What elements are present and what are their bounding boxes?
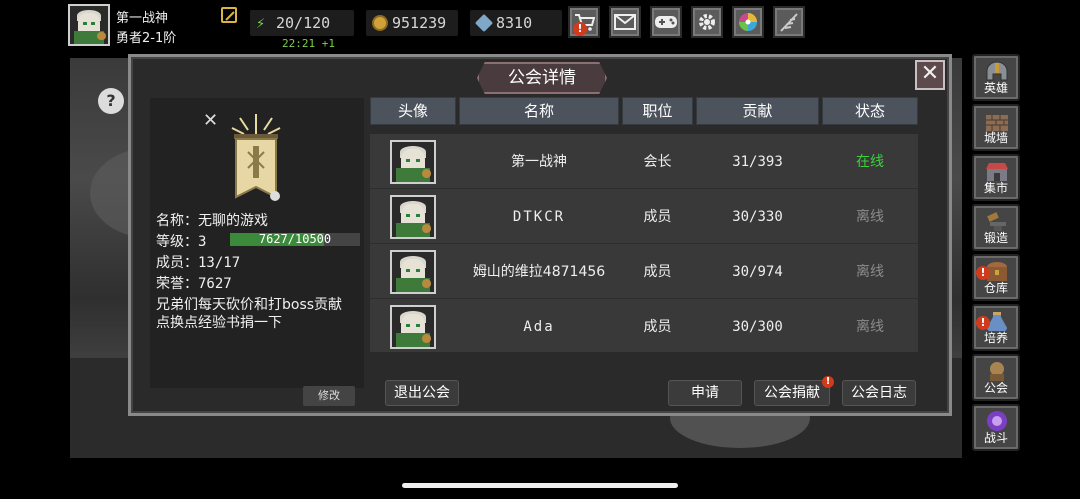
modal-title: 公会详情	[508, 68, 576, 88]
guild-log-button[interactable]: 公会日志	[842, 380, 916, 406]
guild-donate-button[interactable]: 公会捐献	[754, 380, 830, 406]
sidebar-item-forge[interactable]: 锻造	[972, 204, 1020, 251]
player-avatar[interactable]	[68, 4, 110, 46]
home-indicator[interactable]	[402, 483, 678, 488]
sidebar-item-battle[interactable]: 战斗	[972, 404, 1020, 451]
gamepad-button[interactable]	[650, 6, 682, 38]
gems-value: 8310	[496, 14, 533, 32]
sidebar-item-label: 英雄	[983, 81, 1008, 95]
member-contribution: 30/300	[732, 319, 783, 335]
player-name: 第一战神	[116, 11, 169, 26]
table-row[interactable]: DTKCR 成员 30/330 离线	[370, 190, 918, 244]
member-contribution: 30/974	[732, 264, 783, 280]
mail-button[interactable]	[609, 6, 641, 38]
sidebar-item-label: 锻造	[983, 231, 1008, 245]
sidebar-item-guild[interactable]: 公会	[972, 354, 1020, 401]
member-name: Ada	[523, 319, 555, 335]
member-status: 在线	[856, 154, 884, 170]
guild-members-line: 成员：13/17	[156, 255, 241, 271]
member-name: DTKCR	[512, 209, 566, 225]
guild-name-line: 名称：无聊的游戏	[156, 213, 268, 229]
sidebar-item-market[interactable]: 集市	[972, 154, 1020, 201]
gold-coin-icon	[372, 15, 388, 31]
stamina-timer: 22:21 +1	[282, 37, 335, 50]
shop-alert-badge: !	[573, 22, 587, 36]
member-role: 成员	[643, 209, 672, 225]
sidebar-item-wall[interactable]: 城墙	[972, 104, 1020, 151]
guild-exp-text: 7627/10500	[258, 232, 332, 246]
guild-exp-bar: 7627/10500	[230, 233, 360, 246]
table-row[interactable]: Ada 成员 30/300 离线	[370, 300, 918, 354]
guild-banner-icon	[231, 114, 281, 201]
table-row[interactable]: 姆山的维拉4871456 成员 30/974 离线	[370, 245, 918, 299]
guild-honor: 7627	[198, 276, 232, 292]
member-contribution: 31/393	[732, 154, 783, 170]
help-icon[interactable]: ?	[98, 88, 124, 114]
lightning-icon: ⚡	[256, 14, 266, 32]
gamepad-icon	[655, 16, 677, 28]
header-contribution: 贡献	[696, 97, 819, 125]
header-name: 名称	[459, 97, 619, 125]
member-role: 会长	[643, 154, 672, 170]
donate-alert-badge: !	[822, 376, 834, 388]
member-status: 离线	[856, 264, 884, 280]
guild-level: 3	[198, 234, 207, 250]
sidebar-item-label: 城墙	[983, 131, 1008, 145]
member-name: 第一战神	[511, 154, 567, 170]
table-row[interactable]: 第一战神 会长 31/393 在线	[370, 135, 918, 189]
leave-guild-button[interactable]: 退出公会	[385, 380, 459, 406]
settings-button[interactable]	[691, 6, 723, 38]
mail-icon	[614, 14, 636, 30]
guild-level-line: 等级：3	[156, 234, 207, 250]
member-status: 离线	[856, 319, 884, 335]
feather-button[interactable]	[773, 6, 805, 38]
train-alert-badge: !	[976, 316, 990, 330]
warehouse-alert-badge: !	[976, 266, 990, 280]
wheel-icon	[739, 13, 757, 31]
edit-name-icon[interactable]	[221, 7, 237, 23]
sidebar-item-hero[interactable]: 英雄	[972, 54, 1020, 101]
guild-honor-line: 荣誉：7627	[156, 276, 232, 292]
close-button[interactable]: ✕	[915, 60, 945, 90]
gear-icon	[699, 14, 715, 30]
stamina-value: 20/120	[276, 14, 331, 32]
member-status: 离线	[856, 209, 884, 225]
gold-box: 951239	[366, 10, 458, 36]
sidebar-item-label: 培养	[983, 331, 1008, 345]
member-avatar	[390, 305, 436, 349]
member-avatar	[390, 250, 436, 294]
guild-notice: 兄弟们每天砍价和打boss贡献点换点经验书捐一下	[156, 297, 343, 331]
member-role: 成员	[643, 264, 672, 280]
edit-notice-button[interactable]: 修改	[303, 386, 355, 406]
member-name: 姆山的维拉4871456	[472, 264, 606, 280]
guild-members: 13/17	[198, 255, 241, 271]
gold-value: 951239	[392, 14, 447, 32]
sidebar-item-label: 公会	[983, 381, 1008, 395]
guild-close-icon[interactable]: ✕	[203, 110, 218, 131]
header-status: 状态	[822, 97, 918, 125]
header-role: 职位	[622, 97, 693, 125]
gems-box: 8310	[470, 10, 562, 36]
feather-icon	[780, 13, 798, 32]
player-rank: 勇者2-1阶	[116, 31, 177, 46]
sidebar-item-label: 战斗	[983, 431, 1008, 445]
guild-name: 无聊的游戏	[198, 213, 268, 229]
member-role: 成员	[643, 319, 672, 335]
sidebar-item-label: 仓库	[983, 281, 1008, 295]
member-avatar	[390, 195, 436, 239]
member-avatar	[390, 140, 436, 184]
stamina-box: ⚡ 20/120	[250, 10, 354, 36]
member-contribution: 30/330	[732, 209, 783, 225]
header-avatar: 头像	[370, 97, 456, 125]
lottery-button[interactable]	[732, 6, 764, 38]
sidebar-item-label: 集市	[983, 181, 1008, 195]
gem-icon	[474, 13, 494, 33]
apply-button[interactable]: 申请	[668, 380, 742, 406]
